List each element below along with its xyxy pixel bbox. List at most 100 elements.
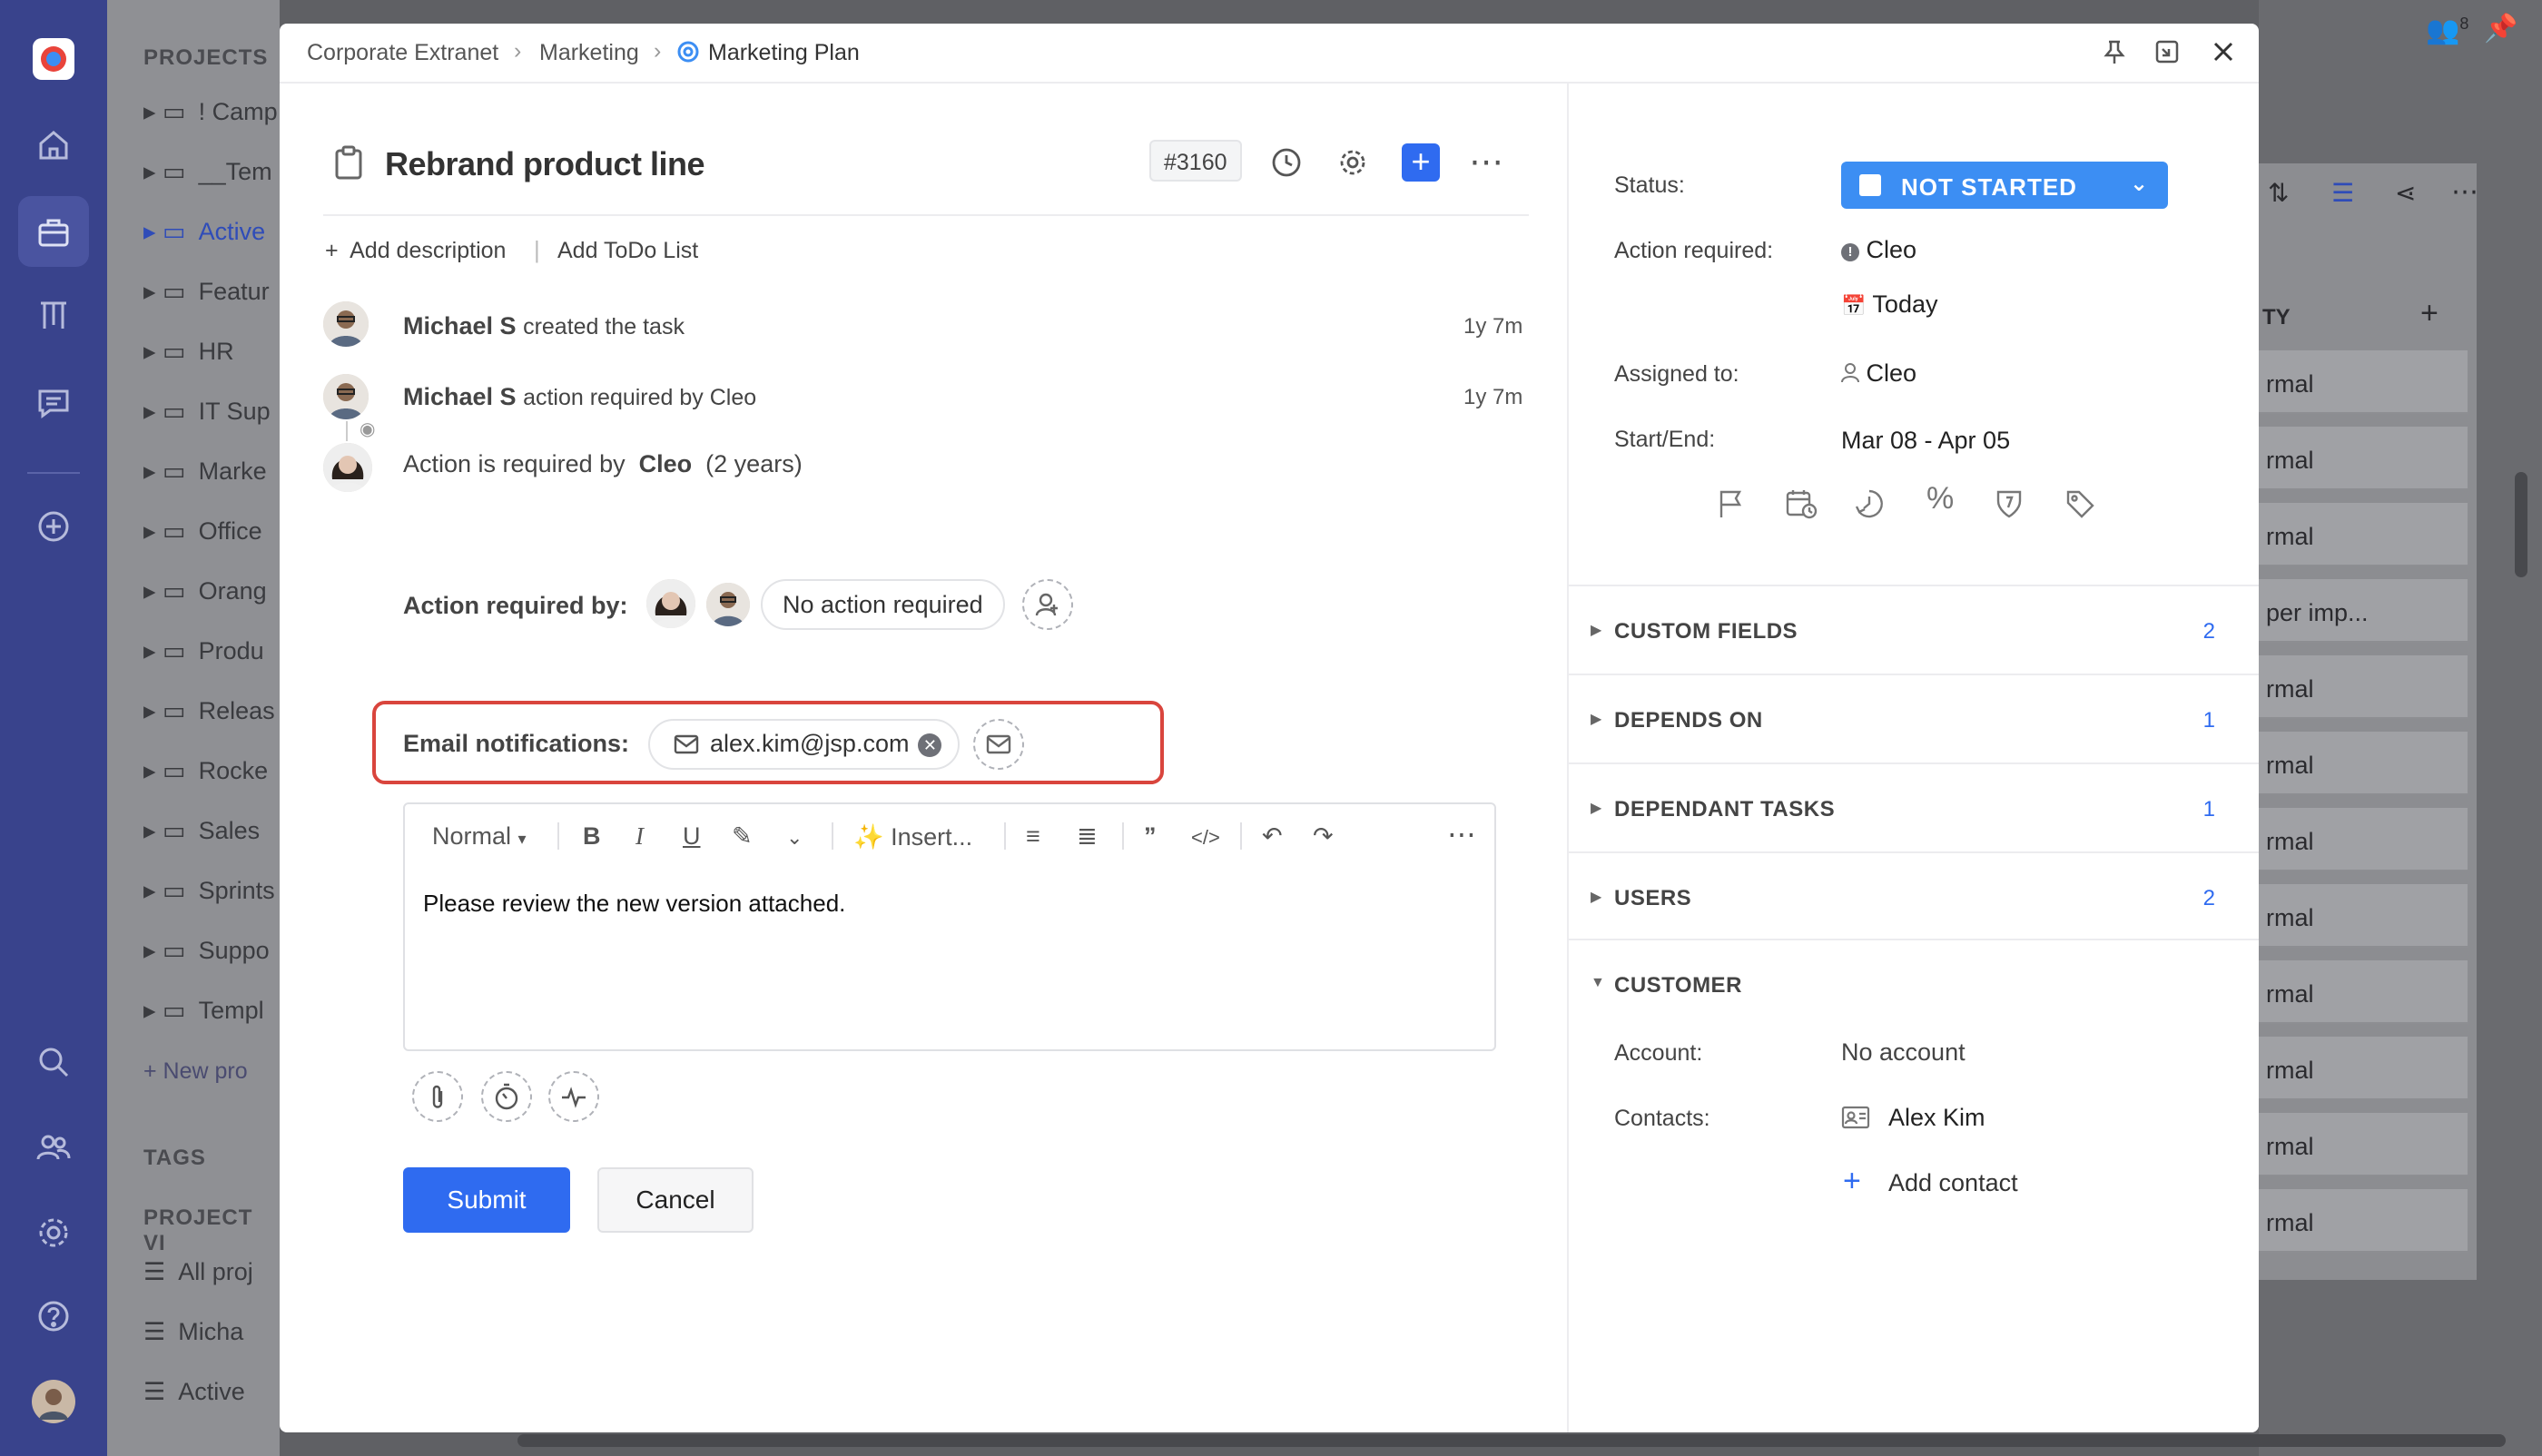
add-circle-icon[interactable] bbox=[35, 508, 72, 545]
percent-icon[interactable]: % bbox=[1926, 481, 1954, 516]
start-end-value[interactable]: Mar 08 - Apr 05 bbox=[1841, 427, 2010, 455]
italic-icon[interactable]: I bbox=[636, 822, 644, 851]
table-row[interactable]: rmal bbox=[2259, 732, 2468, 795]
attachment-paperclip-icon[interactable] bbox=[412, 1071, 463, 1122]
chat-icon[interactable] bbox=[35, 385, 72, 421]
table-row[interactable]: per imp... bbox=[2259, 579, 2468, 643]
insert-menu[interactable]: ✨ Insert... bbox=[853, 822, 972, 851]
home-icon[interactable] bbox=[35, 127, 72, 163]
add-plus-button[interactable]: + bbox=[1402, 143, 1440, 182]
no-action-required-chip[interactable]: No action required bbox=[761, 579, 1005, 630]
customer-title[interactable]: CUSTOMER bbox=[1614, 973, 1742, 999]
add-email-icon[interactable] bbox=[973, 719, 1024, 770]
action-required-user[interactable]: ! Cleo bbox=[1841, 236, 1916, 264]
table-row[interactable]: rmal bbox=[2259, 350, 2468, 414]
time-estimate-icon[interactable] bbox=[1854, 488, 1885, 524]
redo-icon[interactable]: ↷ bbox=[1313, 822, 1334, 851]
project-item[interactable]: ▸ ▭ Featur bbox=[143, 278, 270, 306]
project-item[interactable]: ▸ ▭ Suppo bbox=[143, 937, 270, 965]
project-item[interactable]: ▸ ▭ Active bbox=[143, 218, 265, 246]
project-item[interactable]: ▸ ▭ Marke bbox=[143, 457, 267, 486]
project-item[interactable]: ▸ ▭ Produ bbox=[143, 637, 264, 665]
briefcase-icon[interactable] bbox=[35, 214, 72, 251]
submit-button[interactable]: Submit bbox=[403, 1167, 570, 1233]
highlight-pen-icon[interactable]: ✎ bbox=[732, 822, 753, 851]
avatar-michael[interactable] bbox=[706, 583, 750, 626]
section-users[interactable]: ▶ USERS 2 bbox=[1569, 851, 2259, 940]
project-view-item[interactable]: ☰ Active bbox=[143, 1378, 245, 1406]
users-count-icon[interactable]: 👥8 bbox=[2426, 15, 2468, 46]
contact-name[interactable]: Alex Kim bbox=[1888, 1104, 1985, 1132]
project-item[interactable]: ▸ ▭ Sales bbox=[143, 817, 260, 845]
new-project-link[interactable]: + New pro bbox=[143, 1058, 248, 1085]
table-row[interactable]: rmal bbox=[2259, 655, 2468, 719]
action-required-date[interactable]: 📅 Today bbox=[1841, 290, 1937, 319]
project-item[interactable]: ▸ ▭ Releas bbox=[143, 697, 275, 725]
table-row[interactable]: rmal bbox=[2259, 884, 2468, 948]
task-id-badge[interactable]: #3160 bbox=[1149, 140, 1242, 182]
project-item[interactable]: ▸ ▭ ! Camp bbox=[143, 98, 278, 126]
quote-icon[interactable]: ” bbox=[1144, 822, 1157, 851]
share-icon[interactable]: ⋖ bbox=[2395, 178, 2416, 208]
table-row[interactable]: rmal bbox=[2259, 1113, 2468, 1176]
board-icon[interactable] bbox=[35, 298, 72, 334]
caret-down-icon[interactable]: ▼ bbox=[1591, 975, 1605, 991]
undo-icon[interactable]: ↶ bbox=[1262, 822, 1283, 851]
user-avatar[interactable] bbox=[32, 1380, 75, 1423]
account-value[interactable]: No account bbox=[1841, 1038, 1966, 1067]
activity-pulse-icon[interactable] bbox=[548, 1071, 599, 1122]
project-item[interactable]: ▸ ▭ Templ bbox=[143, 997, 264, 1025]
remove-email-icon[interactable]: ✕ bbox=[918, 733, 942, 757]
history-clock-icon[interactable] bbox=[1271, 147, 1302, 182]
format-dropdown[interactable]: Normal ▾ bbox=[432, 822, 527, 851]
tree-view-icon[interactable]: ☰ bbox=[2331, 178, 2354, 208]
close-icon[interactable] bbox=[2210, 38, 2237, 73]
code-icon[interactable]: </> bbox=[1191, 826, 1220, 850]
tag-icon[interactable] bbox=[2064, 488, 2095, 524]
underline-icon[interactable]: U bbox=[683, 822, 701, 851]
more-options-icon[interactable]: ⋯ bbox=[1469, 142, 1504, 182]
project-item[interactable]: ▸ ▭ IT Sup bbox=[143, 398, 271, 426]
section-depends-on[interactable]: ▶ DEPENDS ON 1 bbox=[1569, 674, 2259, 762]
section-custom-fields[interactable]: ▶ CUSTOM FIELDS 2 bbox=[1569, 585, 2259, 674]
project-view-item[interactable]: ☰ Micha bbox=[143, 1318, 243, 1346]
breadcrumb-marketing-plan[interactable]: Marketing Plan bbox=[708, 40, 860, 66]
section-dependant-tasks[interactable]: ▶ DEPENDANT TASKS 1 bbox=[1569, 762, 2259, 851]
more-icon[interactable]: ⋯ bbox=[2451, 176, 2478, 208]
add-contact-plus-icon[interactable]: + bbox=[1843, 1164, 1861, 1199]
sort-icon[interactable]: ⇅ bbox=[2268, 178, 2289, 208]
pin-icon[interactable] bbox=[2101, 38, 2128, 73]
chevron-down-icon[interactable]: ⌄ bbox=[786, 826, 803, 850]
settings-gear-icon[interactable] bbox=[1337, 147, 1368, 182]
editor-content[interactable]: Please review the new version attached. bbox=[423, 890, 845, 918]
table-row[interactable]: rmal bbox=[2259, 1037, 2468, 1100]
task-title[interactable]: Rebrand product line bbox=[385, 145, 705, 183]
numbered-list-icon[interactable]: ≣ bbox=[1077, 822, 1098, 851]
table-row[interactable]: rmal bbox=[2259, 1189, 2468, 1253]
add-column-icon[interactable]: + bbox=[2420, 296, 2439, 331]
timer-icon[interactable] bbox=[481, 1071, 532, 1122]
add-todo-link[interactable]: Add ToDo List bbox=[557, 238, 698, 264]
calendar-clock-icon[interactable] bbox=[1785, 488, 1818, 524]
help-icon[interactable] bbox=[35, 1298, 72, 1334]
project-item[interactable]: ▸ ▭ Sprints bbox=[143, 877, 275, 905]
users-icon[interactable] bbox=[35, 1129, 72, 1166]
add-contact-link[interactable]: Add contact bbox=[1888, 1169, 2018, 1197]
settings-icon[interactable] bbox=[35, 1215, 72, 1251]
bullet-list-icon[interactable]: ≡ bbox=[1026, 822, 1040, 851]
project-item[interactable]: ▸ ▭ Office bbox=[143, 517, 262, 546]
status-dropdown[interactable]: NOT STARTED ⌄ bbox=[1841, 162, 2168, 209]
project-view-item[interactable]: ☰ All proj bbox=[143, 1258, 253, 1286]
project-item[interactable]: ▸ ▭ Rocke bbox=[143, 757, 268, 785]
email-chip[interactable]: alex.kim@jsp.com ✕ bbox=[648, 719, 961, 770]
add-user-icon[interactable] bbox=[1022, 579, 1073, 630]
more-icon[interactable]: ⋯ bbox=[1447, 817, 1476, 851]
project-item[interactable]: ▸ ▭ HR bbox=[143, 338, 234, 366]
open-in-new-icon[interactable] bbox=[2153, 38, 2181, 73]
vertical-scrollbar[interactable] bbox=[2515, 472, 2527, 577]
horizontal-scrollbar[interactable] bbox=[517, 1434, 2506, 1447]
table-row[interactable]: rmal bbox=[2259, 808, 2468, 871]
bold-icon[interactable]: B bbox=[583, 822, 601, 851]
table-row[interactable]: rmal bbox=[2259, 960, 2468, 1024]
search-icon[interactable] bbox=[35, 1044, 72, 1080]
